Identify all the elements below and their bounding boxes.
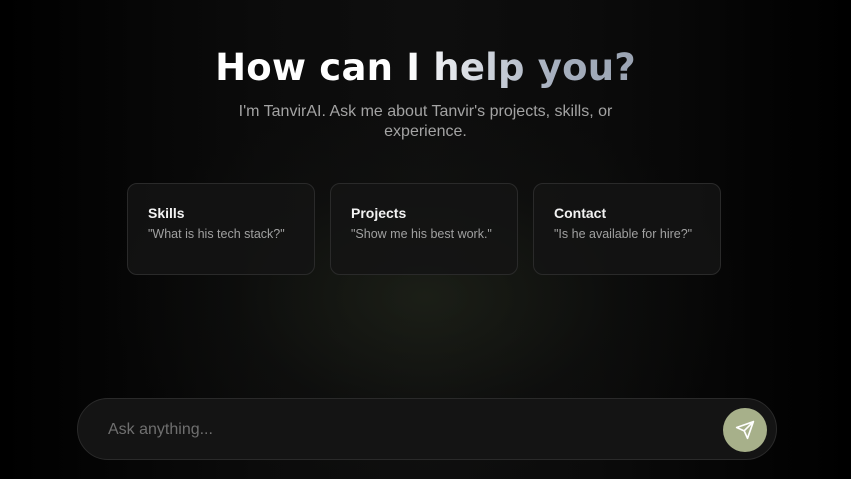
suggestion-card-prompt: "Is he available for hire?" xyxy=(554,227,693,241)
suggestion-card-title: Projects xyxy=(351,205,407,221)
page-title: How can I help you? xyxy=(215,44,636,92)
send-icon xyxy=(735,420,755,440)
hero-section: How can I help you? I'm TanvirAI. Ask me… xyxy=(0,44,851,142)
suggestion-card-skills[interactable]: Skills "What is his tech stack?" xyxy=(127,183,315,275)
suggestion-card-title: Skills xyxy=(148,205,185,221)
suggestion-card-title: Contact xyxy=(554,205,607,221)
page-subtitle: I'm TanvirAI. Ask me about Tanvir's proj… xyxy=(238,103,613,140)
suggestion-card-projects[interactable]: Projects "Show me his best work." xyxy=(330,183,518,275)
suggestion-card-prompt: "What is his tech stack?" xyxy=(148,227,285,241)
suggestion-card-prompt: "Show me his best work." xyxy=(351,227,492,241)
suggestion-cards: Skills "What is his tech stack?" Project… xyxy=(127,183,721,275)
chat-input-bar xyxy=(77,398,777,461)
suggestion-card-contact[interactable]: Contact "Is he available for hire?" xyxy=(533,183,721,275)
send-button[interactable] xyxy=(723,408,767,452)
chat-input[interactable] xyxy=(106,399,710,461)
